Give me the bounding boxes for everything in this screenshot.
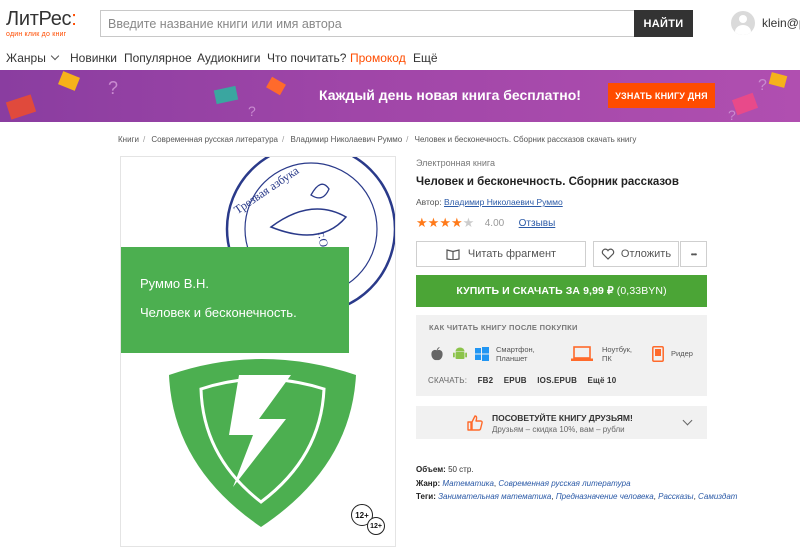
search-input[interactable] — [101, 11, 634, 36]
nav-item-new[interactable]: Новинки — [70, 51, 117, 65]
svg-text:?: ? — [108, 78, 118, 98]
svg-text:?: ? — [728, 107, 736, 122]
android-icon[interactable] — [453, 347, 467, 361]
svg-text:?: ? — [248, 103, 256, 119]
buy-button-sub-price: (0,33BYN) — [616, 285, 667, 297]
nav-item-what-to-read[interactable]: Что почитать? — [267, 51, 346, 65]
meta-tags-label: Теги: — [416, 492, 436, 501]
cover-label: Руммо В.Н. Человек и бесконечность. — [121, 247, 349, 353]
format-link-ios-epub[interactable]: IOS.EPUB — [537, 376, 577, 385]
breadcrumb-item[interactable]: Книги — [118, 135, 139, 144]
breadcrumb-current: Человек и бесконечность. Сборник рассказ… — [414, 135, 637, 144]
meta-genre: Жанр: Математика, Современная русская ли… — [416, 479, 631, 488]
star-icon: ★ — [416, 215, 428, 230]
nav-item-audiobooks[interactable]: Аудиокниги — [197, 51, 261, 65]
book-of-day-banner[interactable]: ? ? ? ? Каждый день новая книга бесплатн… — [0, 70, 800, 122]
buy-button[interactable]: КУПИТЬ И СКАЧАТЬ ЗА 9,99 ₽ (0,33BYN) — [416, 275, 707, 307]
nav-item-genres[interactable]: Жанры — [6, 51, 60, 65]
thumbs-up-icon — [467, 415, 483, 431]
genre-link[interactable]: Математика — [442, 479, 494, 488]
star-empty-icon: ★ — [462, 215, 475, 230]
author-label: Автор: — [416, 197, 442, 207]
recommend-title: ПОСОВЕТУЙТЕ КНИГУ ДРУЗЬЯМ! — [492, 413, 633, 423]
cover-title: Человек и бесконечность. — [140, 305, 297, 320]
apple-icon[interactable] — [430, 347, 444, 361]
nav-item-popular[interactable]: Популярное — [124, 51, 192, 65]
postpone-label: Отложить — [620, 248, 672, 260]
tag-link[interactable]: Занимательная математика — [438, 492, 551, 501]
star-icon: ★ — [439, 215, 451, 230]
device-label-reader[interactable]: Ридер — [671, 349, 693, 358]
search-button[interactable]: НАЙТИ — [634, 10, 693, 37]
meta-genre-label: Жанр: — [416, 479, 441, 488]
meta-volume: Объем: 50 стр. — [416, 465, 474, 474]
logo-wordmark: ЛитРес: — [6, 9, 77, 29]
download-label: СКАЧАТЬ: — [428, 376, 468, 385]
logo-text: ЛитРес — [6, 8, 72, 30]
read-fragment-label: Читать фрагмент — [467, 248, 557, 260]
header: ЛитРес: один клик до книг НАЙТИ klein@p — [0, 0, 800, 46]
rating-value: 4.00 — [484, 218, 505, 229]
genre-link[interactable]: Современная русская литература — [498, 479, 630, 488]
tag-link[interactable]: Предназначение человека — [556, 492, 654, 501]
tag-link[interactable]: Самиздат — [698, 492, 737, 501]
book-title: Человек и бесконечность. Сборник рассказ… — [416, 176, 679, 188]
avatar-icon[interactable] — [731, 11, 755, 35]
book-cover[interactable]: Трезвая азбука г.Орша Витеб Руммо В.Н. Ч… — [120, 156, 396, 547]
author-line: Автор: Владимир Николаевич Руммо — [416, 197, 563, 207]
logo-tagline: один клик до книг — [6, 31, 67, 38]
breadcrumb: Книги / Современная русская литература / В… — [118, 135, 637, 144]
postpone-button[interactable]: Отложить — [593, 241, 679, 267]
book-of-day-button[interactable]: УЗНАТЬ КНИГУ ДНЯ — [608, 83, 715, 108]
tag-link[interactable]: Рассказы — [658, 492, 693, 501]
breadcrumb-item[interactable]: Современная русская литература — [151, 135, 278, 144]
rating-row: ★★★★★ 4.00 Отзывы — [416, 214, 556, 230]
ereader-icon[interactable] — [652, 346, 664, 362]
main-nav: Жанры Новинки Популярное Аудиокниги Что … — [0, 46, 800, 70]
how-to-read-title: КАК ЧИТАТЬ КНИГУ ПОСЛЕ ПОКУПКИ — [429, 323, 578, 332]
meta-tags: Теги: Занимательная математика, Предназн… — [416, 492, 738, 501]
cover-author: Руммо В.Н. — [140, 276, 210, 291]
heart-icon — [601, 248, 615, 260]
recommend-subtitle: Друзьям – скидка 10%, вам – рубли — [492, 425, 625, 434]
download-formats: СКАЧАТЬ: FB2 EPUB IOS.EPUB Ещё 10 — [428, 376, 616, 385]
windows-icon[interactable] — [475, 347, 489, 361]
book-open-icon — [446, 249, 460, 260]
banner-text: Каждый день новая книга бесплатно! — [319, 87, 581, 103]
author-link[interactable]: Владимир Николаевич Руммо — [444, 197, 563, 207]
breadcrumb-item[interactable]: Владимир Николаевич Руммо — [290, 135, 402, 144]
reviews-link[interactable]: Отзывы — [519, 218, 556, 229]
read-fragment-button[interactable]: Читать фрагмент — [416, 241, 586, 267]
chevron-down-icon[interactable] — [682, 415, 693, 426]
nav-item-promocode[interactable]: Промокод — [350, 51, 406, 65]
chevron-down-icon — [50, 51, 60, 61]
nav-item-more[interactable]: Ещё — [413, 51, 438, 65]
meta-volume-label: Объем: — [416, 465, 446, 474]
how-to-read-box: КАК ЧИТАТЬ КНИГУ ПОСЛЕ ПОКУПКИ Смартфон,… — [416, 315, 707, 396]
star-icon: ★ — [427, 215, 440, 230]
svg-text:?: ? — [758, 77, 767, 94]
buy-button-label: КУПИТЬ И СКАЧАТЬ ЗА 9,99 ₽ — [456, 285, 614, 297]
logo-colon: : — [71, 8, 77, 30]
username[interactable]: klein@p — [762, 16, 800, 30]
laptop-icon[interactable] — [571, 346, 593, 362]
book-type: Электронная книга — [416, 158, 495, 168]
device-label-smartphone[interactable]: Смартфон, Планшет — [496, 345, 535, 363]
litres-logo[interactable]: ЛитРес: один клик до книг — [6, 9, 77, 38]
search-box — [100, 10, 634, 37]
device-label-laptop[interactable]: Ноутбук, ПК — [602, 345, 632, 363]
format-link-more[interactable]: Ещё 10 — [588, 376, 617, 385]
recommend-to-friends-box[interactable]: ПОСОВЕТУЙТЕ КНИГУ ДРУЗЬЯМ! Друзьям – ски… — [416, 406, 707, 439]
meta-volume-value: 50 стр. — [448, 465, 474, 474]
star-icon: ★ — [450, 215, 463, 230]
format-link-epub[interactable]: EPUB — [504, 376, 527, 385]
nav-item-label: Жанры — [6, 51, 46, 65]
more-actions-button[interactable]: ••• — [680, 241, 707, 267]
format-link-fb2[interactable]: FB2 — [478, 376, 494, 385]
age-rating-badge-small: 12+ — [367, 517, 385, 535]
